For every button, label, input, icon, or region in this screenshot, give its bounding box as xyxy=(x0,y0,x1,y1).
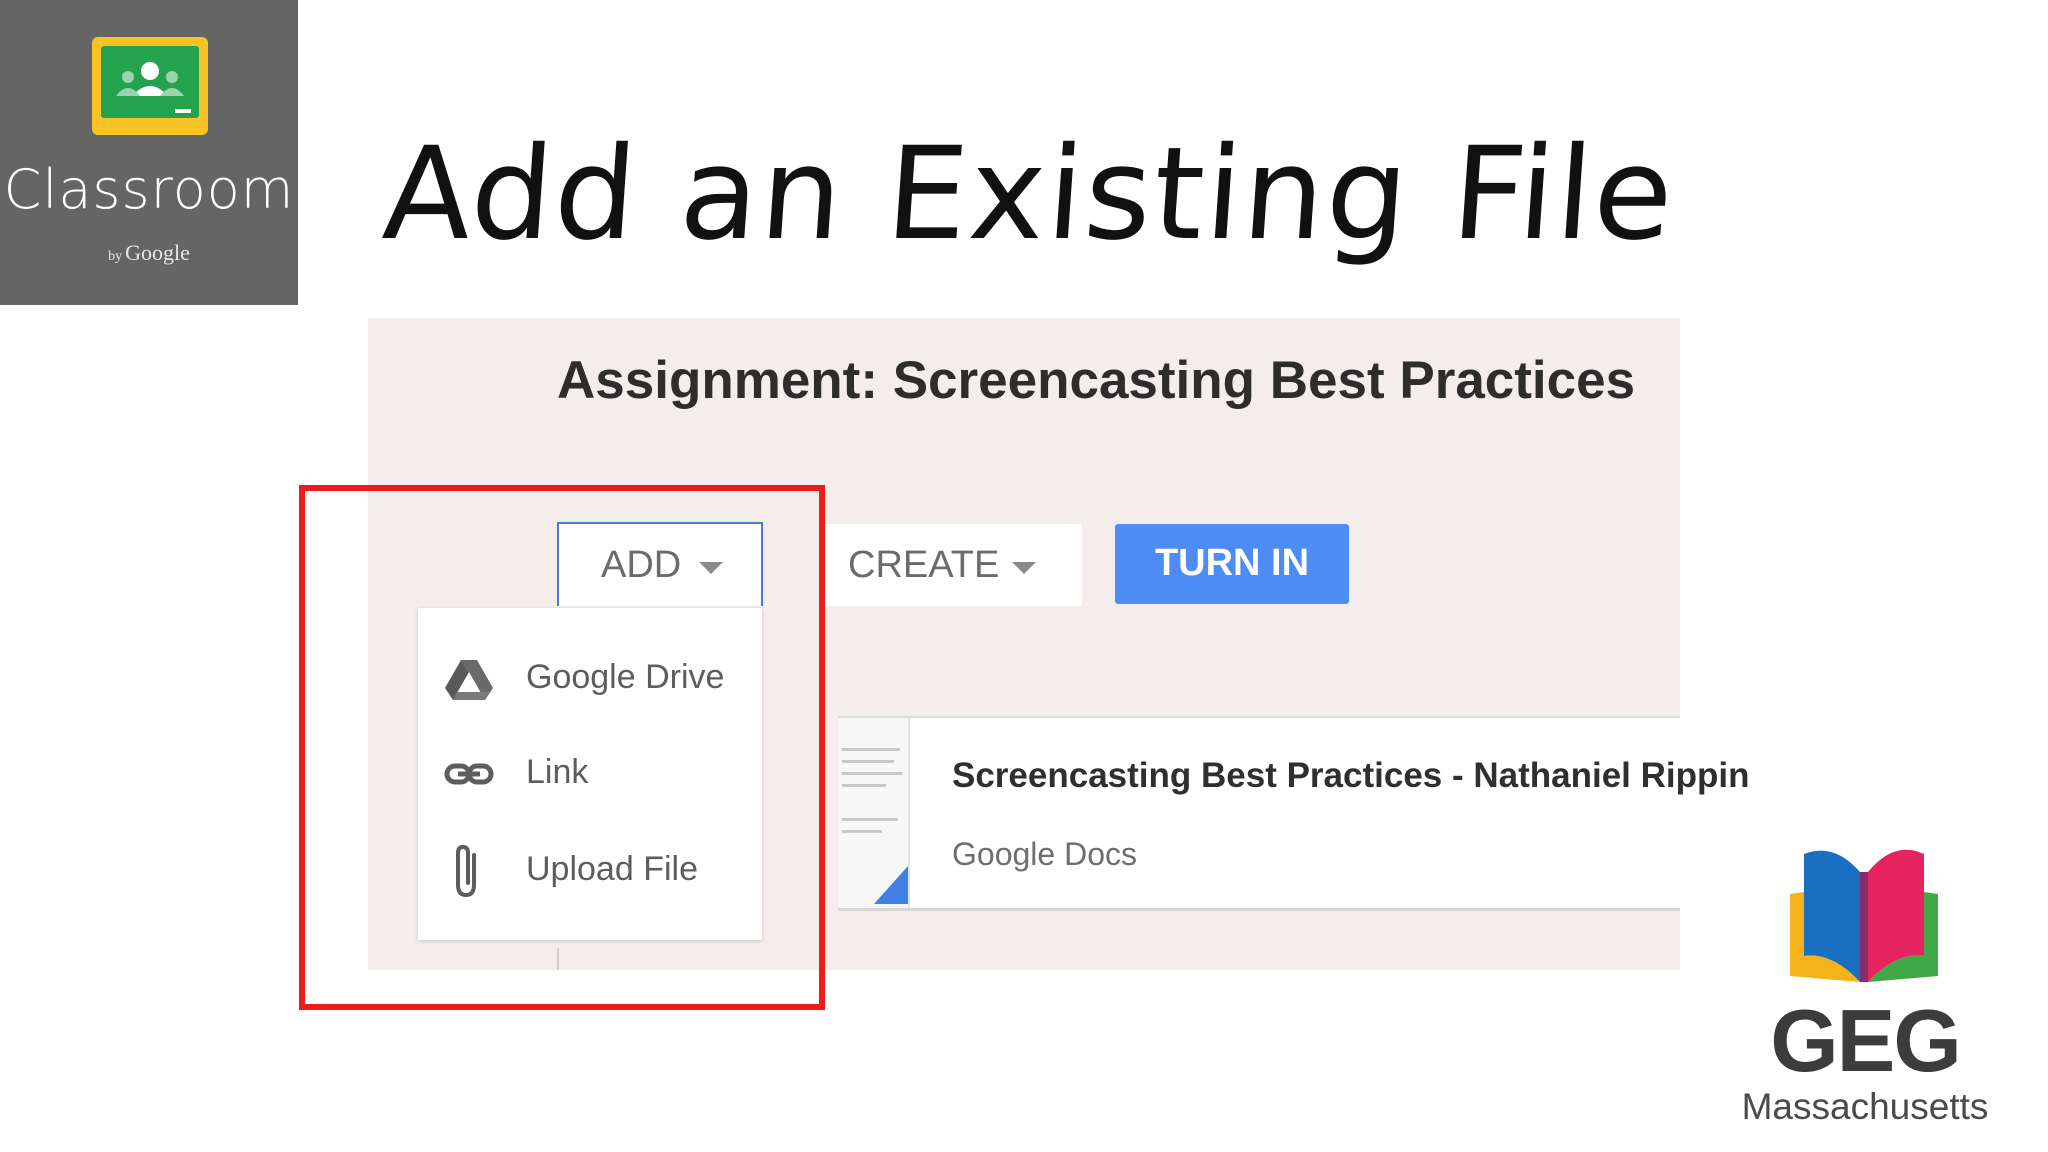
by-google-label: by Google xyxy=(108,240,190,265)
classroom-wordmark: Classroom xyxy=(3,158,295,221)
highlight-box xyxy=(299,485,825,1010)
turn-in-button[interactable]: TURN IN xyxy=(1115,524,1349,604)
classroom-board-icon xyxy=(92,37,208,135)
create-button[interactable]: CREATE xyxy=(820,524,1082,606)
turn-in-label: TURN IN xyxy=(1154,542,1310,584)
classroom-logo: Classroom by Google xyxy=(0,0,298,305)
create-button-label: CREATE xyxy=(848,544,1000,586)
geg-book-icon xyxy=(1790,849,1938,982)
attachment-card[interactable]: Screencasting Best Practices - Nathaniel… xyxy=(838,716,1749,911)
geg-wordmark: GEG xyxy=(1770,991,1962,1090)
chevron-down-icon xyxy=(1012,562,1036,574)
attachment-type: Google Docs xyxy=(952,836,1137,872)
document-thumbnail xyxy=(838,718,910,908)
docs-corner-icon xyxy=(874,866,908,904)
slide-title: Add an Existing File xyxy=(378,120,1680,269)
attachment-title[interactable]: Screencasting Best Practices - Nathaniel… xyxy=(952,756,1749,796)
geg-region: Massachusetts xyxy=(1741,1086,1989,1127)
assignment-title: Assignment: Screencasting Best Practices xyxy=(557,351,1636,410)
